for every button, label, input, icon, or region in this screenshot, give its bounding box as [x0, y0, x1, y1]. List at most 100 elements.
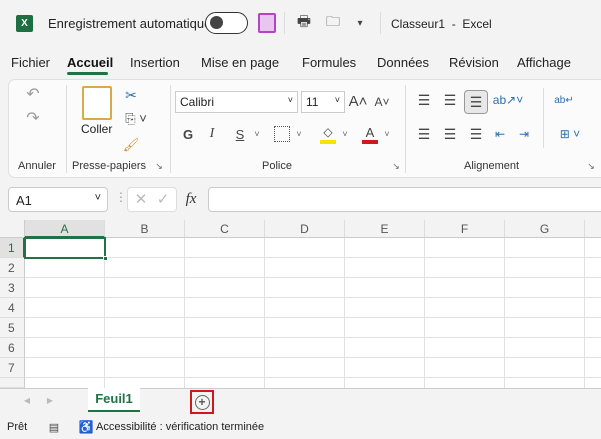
align-top-icon[interactable]: ☰: [414, 90, 434, 110]
selected-cell-a1[interactable]: [24, 237, 106, 259]
row-header-2[interactable]: 2: [0, 258, 25, 278]
divider: [66, 85, 67, 173]
wrap-text-icon[interactable]: ab↵: [554, 90, 574, 110]
plus-circle-icon: +: [194, 394, 210, 410]
fill-color-icon[interactable]: ◇: [320, 124, 336, 144]
increase-font-icon[interactable]: A˄: [348, 91, 368, 111]
dialog-launcher-icon[interactable]: ↘: [586, 161, 596, 171]
tab-fichier[interactable]: Fichier: [11, 55, 50, 70]
column-header-g[interactable]: G: [505, 220, 585, 238]
fill-handle[interactable]: [103, 256, 108, 261]
column-header-f[interactable]: F: [425, 220, 505, 238]
column-header-b[interactable]: B: [105, 220, 185, 238]
column-header-h[interactable]: [585, 220, 601, 238]
column-header-a[interactable]: A: [25, 220, 105, 238]
row-header-6[interactable]: 6: [0, 338, 25, 358]
orientation-icon[interactable]: ab↗˅: [493, 90, 523, 110]
tab-affichage[interactable]: Affichage: [517, 55, 571, 70]
divider: [284, 12, 285, 34]
add-sheet-button[interactable]: +: [190, 390, 214, 414]
print-preview-icon[interactable]: 🖶: [294, 12, 314, 34]
bold-button[interactable]: G: [180, 125, 196, 143]
open-folder-icon[interactable]: 🗀: [322, 12, 344, 34]
column-header-e[interactable]: E: [345, 220, 425, 238]
font-size-value: 11: [306, 95, 319, 109]
align-center-icon[interactable]: ☰: [440, 124, 460, 144]
formula-input[interactable]: [208, 187, 601, 212]
font-name-select[interactable]: Calibri ˅: [175, 91, 298, 113]
column-header-d[interactable]: D: [265, 220, 345, 238]
scroll-right-icon[interactable]: ▶: [45, 393, 55, 407]
dialog-launcher-icon[interactable]: ↘: [154, 161, 164, 171]
undo-icon[interactable]: ↶: [22, 84, 44, 104]
tab-formules[interactable]: Formules: [302, 55, 356, 70]
row-header-5[interactable]: 5: [0, 318, 25, 338]
autosave-toggle[interactable]: [205, 12, 248, 34]
font-color-icon[interactable]: A: [362, 124, 378, 144]
cancel-icon[interactable]: ✕: [132, 190, 150, 208]
divider: [405, 85, 406, 173]
tab-insertion[interactable]: Insertion: [130, 55, 180, 70]
align-left-icon[interactable]: ☰: [414, 124, 434, 144]
accessibility-status[interactable]: Accessibilité : vérification terminée: [96, 421, 264, 433]
font-size-select[interactable]: 11 ˅: [301, 91, 345, 113]
active-tab-underline: [67, 72, 108, 75]
borders-icon[interactable]: [274, 126, 290, 142]
divider: [543, 88, 544, 148]
font-name-value: Calibri: [180, 95, 215, 109]
select-all-corner[interactable]: [0, 220, 25, 238]
redo-icon[interactable]: ↷: [22, 108, 44, 128]
group-label-alignment: Alignement: [464, 160, 520, 172]
group-label-clipboard: Presse-papiers: [72, 160, 146, 172]
cell-grid[interactable]: [25, 238, 601, 388]
paste-label[interactable]: Coller: [81, 122, 112, 136]
more-options-icon[interactable]: ⋮: [115, 190, 127, 204]
tab-revision[interactable]: Révision: [449, 55, 499, 70]
divider: [380, 12, 381, 34]
align-bottom-icon[interactable]: ☰: [464, 90, 488, 114]
format-painter-icon[interactable]: 🖌: [122, 136, 140, 154]
merge-center-icon[interactable]: ⊞ ˅: [554, 124, 586, 144]
name-box[interactable]: A1 ˅: [8, 187, 108, 212]
group-label-font: Police: [262, 160, 292, 172]
row-header-3[interactable]: 3: [0, 278, 25, 298]
chevron-down-icon[interactable]: ˅: [294, 128, 304, 140]
save-icon[interactable]: [258, 13, 276, 33]
divider: [170, 85, 171, 173]
underline-button[interactable]: S: [232, 125, 248, 143]
italic-button[interactable]: I: [204, 125, 220, 143]
sheet-tab-feuil1[interactable]: Feuil1: [88, 388, 140, 412]
row-header-7[interactable]: 7: [0, 358, 25, 378]
copy-icon[interactable]: ⎘ ˅: [122, 110, 150, 128]
excel-logo-icon: X: [16, 15, 33, 32]
column-header-c[interactable]: C: [185, 220, 265, 238]
name-box-value: A1: [16, 193, 32, 208]
chevron-down-icon: ˅: [334, 95, 340, 105]
chevron-down-icon: ˅: [287, 95, 293, 105]
increase-indent-icon[interactable]: ⇥: [514, 124, 534, 144]
decrease-font-icon[interactable]: A˅: [372, 92, 392, 112]
chevron-down-icon[interactable]: ˅: [252, 128, 262, 140]
cut-icon[interactable]: ✂: [122, 86, 140, 104]
chevron-down-icon[interactable]: ˅: [382, 128, 392, 140]
scroll-left-icon[interactable]: ◀: [22, 393, 32, 407]
enter-icon[interactable]: ✓: [154, 190, 172, 208]
row-header-4[interactable]: 4: [0, 298, 25, 318]
tab-donnees[interactable]: Données: [377, 55, 429, 70]
dialog-launcher-icon[interactable]: ↘: [391, 161, 401, 171]
macro-recording-icon[interactable]: ▤: [46, 419, 62, 435]
customize-toolbar-icon[interactable]: ▾: [352, 14, 368, 32]
insert-function-button[interactable]: fx: [180, 190, 202, 208]
window-title: Classeur1 - Excel: [391, 17, 492, 31]
decrease-indent-icon[interactable]: ⇤: [490, 124, 510, 144]
row-header-1[interactable]: 1: [0, 238, 25, 258]
tab-accueil[interactable]: Accueil: [67, 55, 113, 70]
row-header-8[interactable]: [0, 378, 25, 388]
status-ready: Prêt: [7, 421, 28, 433]
chevron-down-icon[interactable]: ˅: [340, 128, 350, 140]
tab-mise-en-page[interactable]: Mise en page: [201, 55, 279, 70]
align-middle-icon[interactable]: ☰: [440, 90, 460, 110]
align-right-icon[interactable]: ☰: [466, 124, 486, 144]
paste-icon[interactable]: [82, 86, 112, 120]
accessibility-icon[interactable]: ♿: [78, 419, 94, 435]
